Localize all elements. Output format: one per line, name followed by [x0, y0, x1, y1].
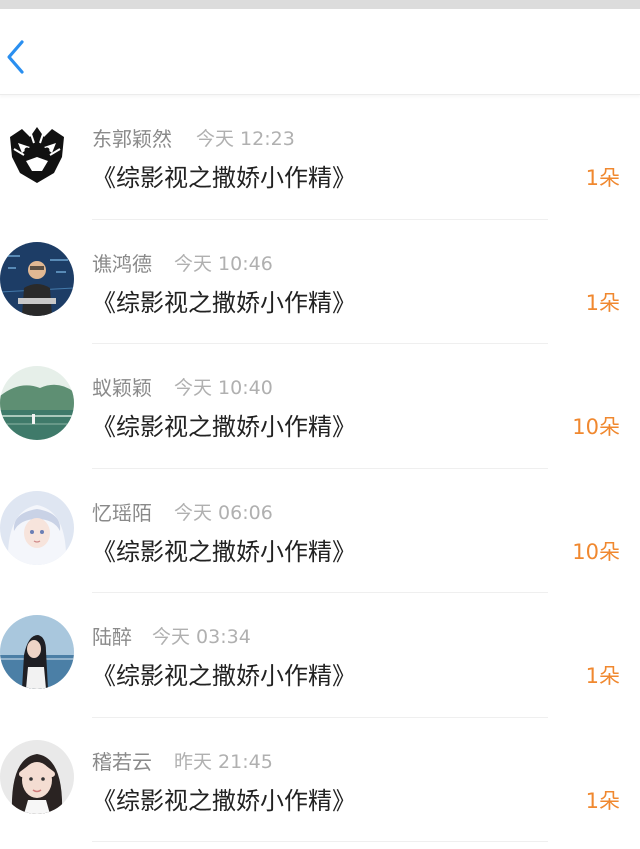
user-name: 陆醉	[92, 625, 132, 649]
list-item[interactable]: 稽若云 昨天 21:45 《综影视之撒娇小作精》 1朵	[0, 718, 640, 842]
anime-girl-avatar[interactable]	[0, 490, 74, 565]
timestamp: 今天 12:23	[196, 128, 295, 150]
gift-amount: 1朵	[585, 166, 620, 190]
book-title: 《综影视之撒娇小作精》	[92, 164, 356, 192]
book-title: 《综影视之撒娇小作精》	[92, 537, 356, 566]
gift-amount: 1朵	[585, 290, 620, 315]
book-title: 《综影视之撒娇小作精》	[92, 288, 356, 317]
gift-amount: 10朵	[572, 539, 620, 564]
timestamp: 昨天 21:45	[174, 750, 273, 773]
user-name: 谯鸿德	[92, 251, 152, 276]
gift-amount: 1朵	[585, 788, 620, 813]
girl-selfie-avatar[interactable]	[0, 739, 74, 814]
user-name: 东郭颖然	[92, 127, 172, 151]
back-button[interactable]	[0, 37, 30, 77]
top-bar	[0, 9, 640, 95]
man-at-computer-avatar[interactable]	[0, 241, 74, 316]
timestamp: 今天 10:46	[174, 252, 273, 275]
timestamp: 今天 03:34	[152, 626, 251, 648]
girl-by-sea-avatar[interactable]	[0, 615, 74, 689]
status-bar	[0, 0, 640, 9]
timestamp: 今天 10:40	[174, 377, 273, 399]
list-item[interactable]: 蚁颖颖 今天 10:40 《综影视之撒娇小作精》 10朵	[0, 344, 640, 469]
timestamp: 今天 06:06	[174, 501, 273, 524]
tiger-avatar[interactable]	[0, 117, 74, 191]
user-name: 忆瑶陌	[92, 500, 152, 525]
book-title: 《综影视之撒娇小作精》	[92, 786, 356, 815]
list-item[interactable]: 忆瑶陌 今天 06:06 《综影视之撒娇小作精》 10朵	[0, 469, 640, 593]
landscape-avatar[interactable]	[0, 366, 74, 440]
gift-amount: 10朵	[572, 415, 620, 439]
user-name: 稽若云	[92, 749, 152, 774]
user-name: 蚁颖颖	[92, 376, 152, 400]
book-title: 《综影视之撒娇小作精》	[92, 413, 356, 441]
chevron-left-icon	[7, 40, 24, 74]
gift-amount: 1朵	[585, 664, 620, 688]
list-item[interactable]: 陆醉 今天 03:34 《综影视之撒娇小作精》 1朵	[0, 593, 640, 718]
divider	[92, 841, 548, 842]
list-item[interactable]: 东郭颖然 今天 12:23 《综影视之撒娇小作精》 1朵	[0, 95, 640, 220]
book-title: 《综影视之撒娇小作精》	[92, 662, 356, 690]
list-item[interactable]: 谯鸿德 今天 10:46 《综影视之撒娇小作精》 1朵	[0, 220, 640, 344]
gift-list: 东郭颖然 今天 12:23 《综影视之撒娇小作精》 1朵 谯鸿德 今天 10:4…	[0, 95, 640, 842]
